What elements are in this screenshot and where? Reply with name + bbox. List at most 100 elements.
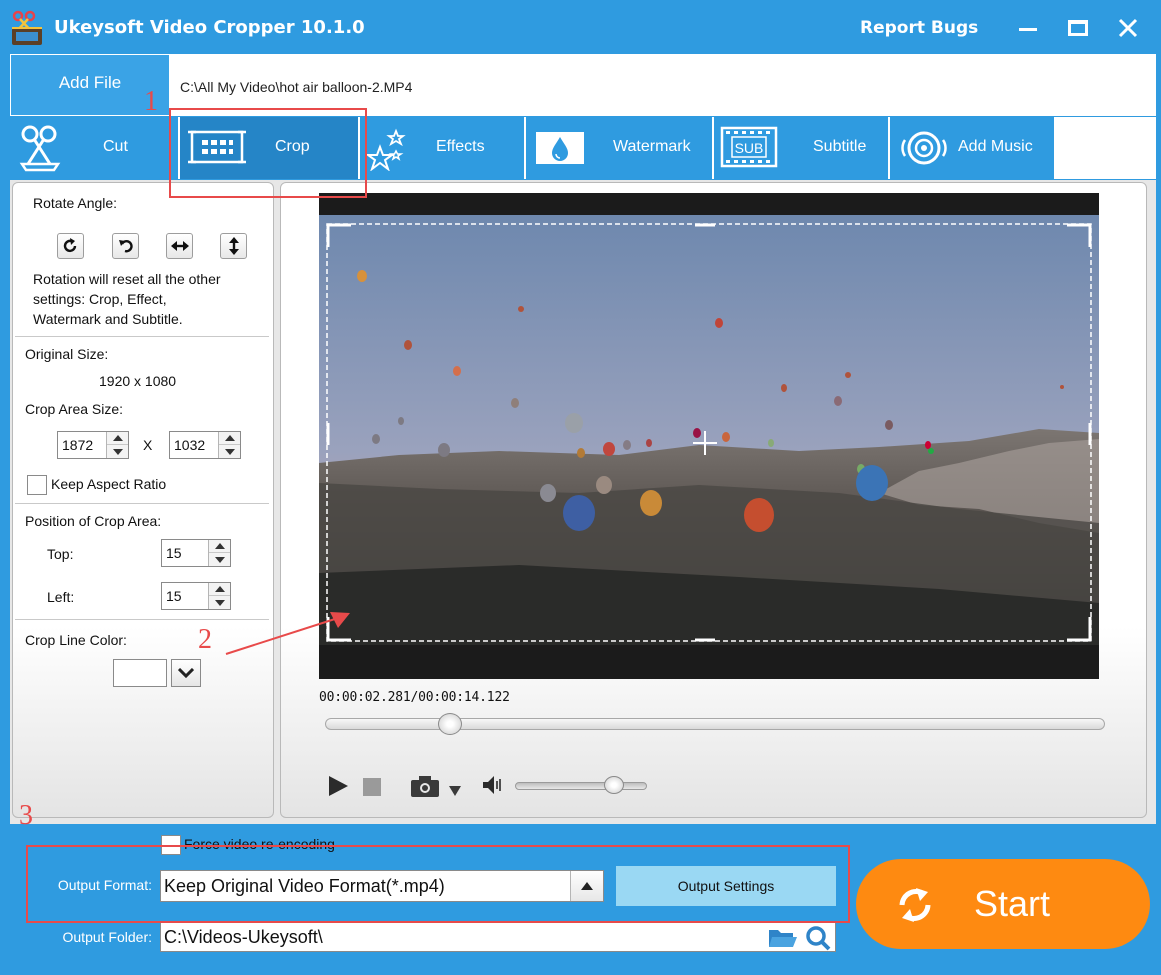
title-bar: Ukeysoft Video Cropper 10.1.0 Report Bug… [0, 0, 1161, 56]
annotation-number-2: 2 [198, 624, 212, 655]
tab-effects-label: Effects [436, 138, 485, 155]
crop-area-size-label: Crop Area Size: [25, 401, 124, 417]
increment-button[interactable] [107, 432, 128, 445]
time-current: 00:00:02.281 [319, 690, 411, 705]
top-value: 15 [166, 545, 182, 561]
stepper-arrows [218, 432, 240, 458]
volume-handle[interactable] [604, 776, 624, 794]
snapshot-dropdown[interactable] [449, 781, 461, 800]
minimize-button[interactable] [1010, 10, 1046, 46]
keep-aspect-ratio-checkbox[interactable] [27, 475, 47, 495]
left-value: 15 [166, 588, 182, 604]
play-button[interactable] [327, 775, 349, 801]
start-label: Start [974, 883, 1051, 924]
arrow-down-icon [112, 448, 123, 455]
annotation-number-1: 1 [144, 86, 158, 117]
arrow-up-icon [224, 435, 235, 441]
crop-line-color-dropdown[interactable] [171, 659, 201, 687]
keep-aspect-ratio-label: Keep Aspect Ratio [51, 476, 167, 492]
output-folder-value: C:\Videos-Ukeysoft\ [164, 927, 323, 947]
tab-add-music[interactable]: Add Music [890, 117, 1054, 179]
crop-size-separator: X [143, 437, 153, 453]
increment-button[interactable] [219, 432, 240, 445]
arrow-down-icon [214, 556, 225, 563]
divider [15, 336, 269, 337]
rotate-angle-label: Rotate Angle: [33, 195, 118, 211]
volume-slider[interactable] [515, 782, 647, 790]
increment-button[interactable] [209, 583, 230, 596]
decrement-button[interactable] [219, 445, 240, 458]
left-label: Left: [47, 589, 75, 605]
tab-subtitle[interactable]: SUB Subtitle [714, 117, 888, 179]
increment-button[interactable] [209, 540, 230, 553]
sub-icon-text: SUB [735, 140, 764, 156]
file-bar: Add File C:\All My Video\hot air balloon… [10, 54, 1156, 116]
folder-open-icon[interactable] [769, 927, 797, 949]
file-path: C:\All My Video\hot air balloon-2.MP4 [180, 79, 413, 95]
decrement-button[interactable] [209, 553, 230, 566]
original-size-label: Original Size: [25, 346, 109, 362]
original-size-value: 1920 x 1080 [99, 373, 177, 389]
app-logo-icon [10, 10, 44, 46]
annotation-box-crop-tab [169, 108, 367, 198]
stars-icon [366, 128, 406, 171]
app-title: Ukeysoft Video Cropper 10.1.0 [54, 17, 365, 38]
maximize-icon [1068, 20, 1088, 36]
rotate-note-line-3: Watermark and Subtitle. [33, 311, 183, 327]
rotate-cw-button[interactable] [57, 233, 84, 259]
minimize-icon [1019, 27, 1037, 31]
crop-line-color-swatch[interactable] [113, 659, 167, 687]
crop-line-color-label: Crop Line Color: [25, 632, 127, 648]
stepper-arrows [106, 432, 128, 458]
close-button[interactable] [1110, 10, 1146, 46]
speaker-icon [483, 776, 501, 794]
crop-height-stepper[interactable]: 1032 [169, 431, 241, 459]
tab-watermark[interactable]: Watermark [526, 117, 712, 179]
crop-height-value: 1032 [174, 437, 206, 453]
rotate-note-line-1: Rotation will reset all the other [33, 271, 221, 287]
crop-settings-panel: Rotate Angle: Rotation will reset all th… [12, 182, 274, 818]
top-label: Top: [47, 546, 74, 562]
decrement-button[interactable] [107, 445, 128, 458]
rotate-ccw-button[interactable] [112, 233, 139, 259]
caret-down-icon [449, 786, 461, 796]
sub-film-icon: SUB [720, 126, 778, 168]
output-folder-label: Output Folder: [62, 929, 153, 945]
video-preview[interactable] [319, 193, 1099, 679]
play-icon [329, 776, 348, 796]
flip-horizontal-button[interactable] [166, 233, 193, 259]
time-total: 00:00:14.122 [418, 690, 510, 705]
annotation-box-output-format [26, 845, 850, 923]
crop-width-value: 1872 [62, 437, 94, 453]
stop-icon [363, 778, 381, 796]
stop-button[interactable] [363, 778, 381, 800]
volume-button[interactable] [483, 775, 507, 799]
stepper-arrows [208, 540, 230, 566]
tab-watermark-label: Watermark [613, 138, 691, 155]
snapshot-button[interactable] [411, 775, 441, 801]
video-frame-image [319, 193, 1099, 679]
maximize-button[interactable] [1060, 10, 1096, 46]
tab-add-music-label: Add Music [958, 138, 1033, 155]
time-readout: 00:00:02.281/00:00:14.122 [319, 690, 510, 705]
report-bugs-link[interactable]: Report Bugs [860, 18, 978, 38]
seek-handle[interactable] [437, 713, 462, 735]
top-stepper[interactable]: 15 [161, 539, 231, 567]
crop-width-stepper[interactable]: 1872 [57, 431, 129, 459]
arrow-down-icon [224, 448, 235, 455]
rotate-counterclockwise-icon [118, 240, 133, 253]
start-button[interactable]: Start [856, 859, 1150, 949]
tab-cut-label: Cut [103, 138, 128, 155]
main-area: Rotate Angle: Rotation will reset all th… [10, 180, 1156, 824]
tab-subtitle-label: Subtitle [813, 138, 867, 155]
flip-vertical-button[interactable] [220, 233, 247, 259]
arrow-up-icon [214, 543, 225, 549]
flip-vertical-icon [228, 237, 239, 255]
search-icon[interactable] [805, 925, 831, 951]
tab-effects[interactable]: Effects [360, 117, 524, 179]
output-folder-field[interactable]: C:\Videos-Ukeysoft\ [160, 922, 836, 952]
drop-icon [536, 132, 584, 164]
tab-cut[interactable]: Cut [10, 117, 178, 179]
scissors-icon [19, 125, 61, 172]
close-icon [1118, 18, 1138, 38]
